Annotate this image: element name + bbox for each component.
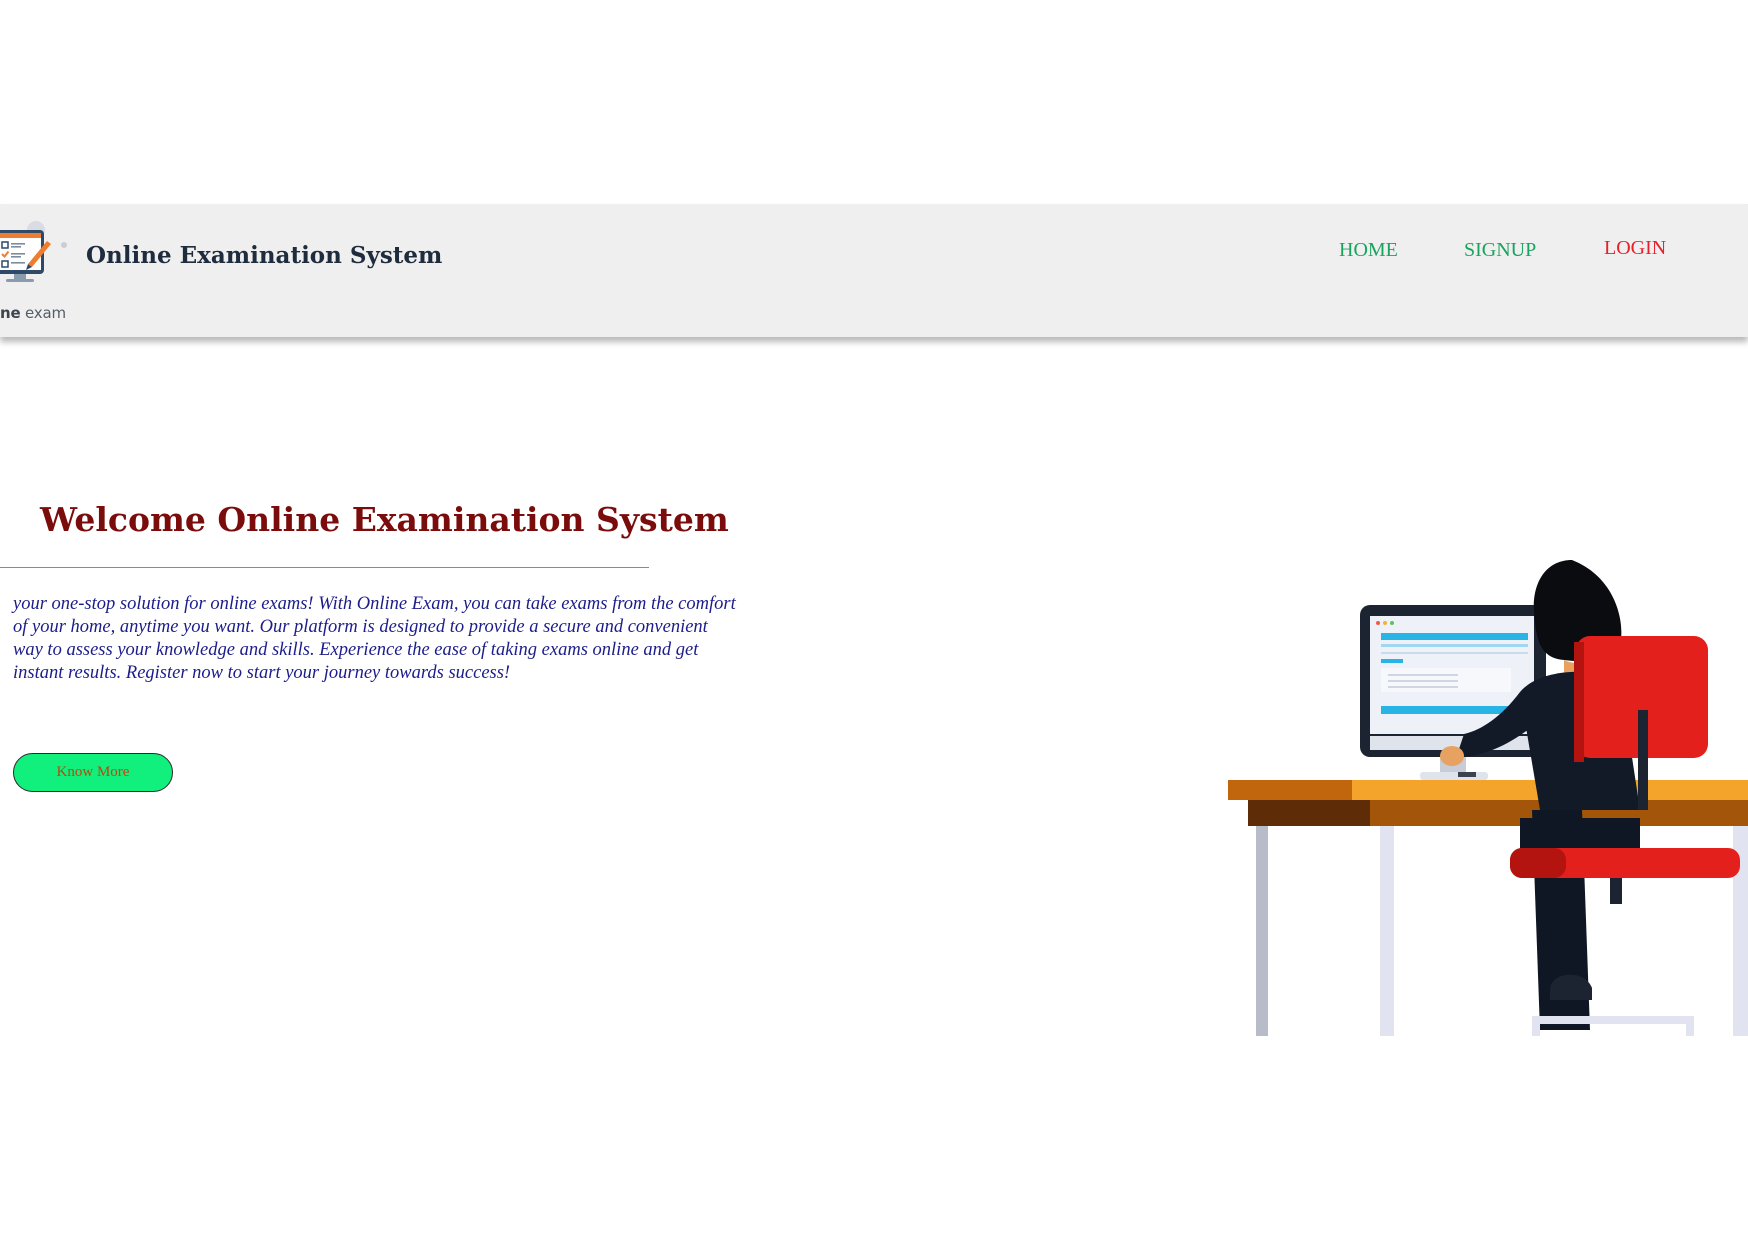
top-navbar: ne exam Online Examination System HOME S… [0, 204, 1748, 337]
hero-description-line: instant results. Register now to start y… [13, 663, 511, 683]
hero-description-line: way to assess your knowledge and skills.… [13, 640, 699, 660]
hero-title: Welcome Online Examination System [40, 500, 729, 539]
nav-signup-link[interactable]: SIGNUP [1464, 239, 1536, 262]
person-at-desk-icon [1228, 560, 1748, 1036]
nav-login-link[interactable]: LOGIN [1604, 237, 1666, 260]
know-more-button[interactable]: Know More [13, 753, 173, 792]
hero-description-line: of your home, anytime you want. Our plat… [13, 617, 708, 637]
exam-monitor-icon [0, 221, 67, 282]
hero-description-line: your one-stop solution for online exams!… [13, 594, 736, 614]
brand-title: Online Examination System [86, 242, 443, 269]
hero-description: your one-stop solution for online exams!… [13, 593, 773, 685]
logo-caption: ne exam [0, 304, 66, 322]
person-at-computer-illustration [1220, 560, 1748, 1036]
page: ne exam Online Examination System HOME S… [0, 0, 1748, 1240]
nav-home-link[interactable]: HOME [1339, 239, 1398, 262]
hero-divider [0, 567, 649, 568]
